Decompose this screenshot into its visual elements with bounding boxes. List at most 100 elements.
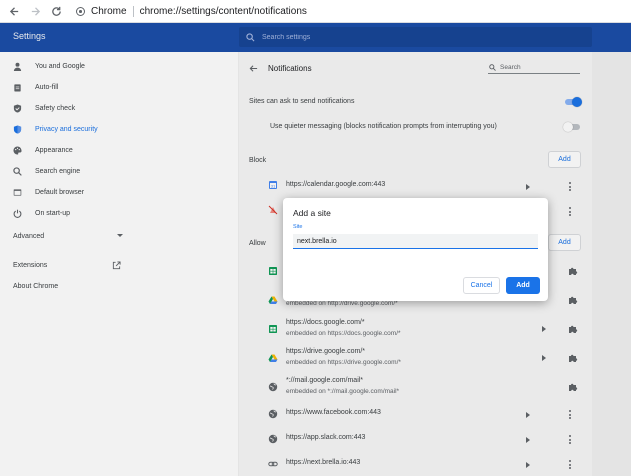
quieter-messaging-toggle[interactable] xyxy=(563,122,581,132)
forward-button[interactable] xyxy=(28,4,42,18)
globe-icon xyxy=(268,434,278,444)
site-url: https://calendar.google.com:443 xyxy=(286,181,386,188)
drive-icon xyxy=(268,295,278,305)
site-url: *://mail.google.com/mail* xyxy=(286,377,364,384)
dialog-title: Add a site xyxy=(293,208,331,218)
back-arrow-icon[interactable] xyxy=(249,64,258,73)
broken-bell-icon xyxy=(268,205,278,215)
sidebar-item-label: You and Google xyxy=(35,62,85,70)
puzzle-piece-icon xyxy=(569,267,578,275)
sidebar-item-on-start-up[interactable]: On start-up xyxy=(0,203,238,223)
site-url: https://docs.google.com/* xyxy=(286,319,365,326)
sidebar-extensions[interactable]: Extensions xyxy=(13,261,121,270)
card-search[interactable]: Search xyxy=(488,62,580,74)
puzzle-piece-icon xyxy=(569,383,578,391)
add-site-dialog: Add a site Site next.brella.io Cancel Ad… xyxy=(283,198,548,301)
card-search-placeholder: Search xyxy=(500,64,521,71)
sidebar-advanced[interactable]: Advanced xyxy=(13,233,123,240)
site-url: https://next.brella.io:443 xyxy=(286,459,361,466)
chevron-right-icon[interactable] xyxy=(526,412,530,418)
sidebar-item-label: Auto-fill xyxy=(35,83,59,91)
sidebar-item-safety-check[interactable]: Safety check xyxy=(0,98,238,118)
sidebar: You and Google Auto-fill Safety check Pr… xyxy=(0,52,238,476)
allow-site-row[interactable]: https://drive.google.com/* embedded on h… xyxy=(239,344,592,373)
page-title: Settings xyxy=(13,31,46,41)
palette-icon xyxy=(13,145,22,155)
sheets-icon xyxy=(268,324,278,334)
sidebar-advanced-label: Advanced xyxy=(13,233,45,240)
add-button[interactable]: Add xyxy=(506,277,540,294)
address-bar[interactable]: Chrome chrome://settings/content/notific… xyxy=(76,3,307,20)
allow-site-row[interactable]: *://mail.google.com/mail* embedded on *:… xyxy=(239,373,592,402)
power-icon xyxy=(13,209,22,218)
person-icon xyxy=(13,62,22,71)
sheets-icon xyxy=(268,266,278,276)
site-field-label: Site xyxy=(293,224,303,230)
settings-search-input[interactable] xyxy=(262,33,562,41)
sidebar-item-label: Safety check xyxy=(35,104,76,112)
sidebar-about-chrome[interactable]: About Chrome xyxy=(13,283,58,290)
more-actions-icon[interactable] xyxy=(569,207,572,216)
clipboard-icon xyxy=(13,83,22,92)
settings-header: Settings xyxy=(0,23,631,52)
globe-icon xyxy=(268,409,278,419)
block-add-button[interactable]: Add xyxy=(548,151,581,168)
site-input[interactable]: next.brella.io xyxy=(293,234,538,249)
cancel-button[interactable]: Cancel xyxy=(463,277,500,294)
chevron-right-icon[interactable] xyxy=(526,437,530,443)
svg-text:31: 31 xyxy=(271,183,276,188)
site-embedded-text: embedded on https://drive.google.com/* xyxy=(286,359,401,366)
card-title: Notifications xyxy=(268,64,312,73)
globe-icon xyxy=(268,382,278,392)
more-actions-icon[interactable] xyxy=(569,182,572,191)
puzzle-piece-icon xyxy=(569,296,578,304)
allow-site-row[interactable]: https://docs.google.com/* embedded on ht… xyxy=(239,315,592,344)
sidebar-item-privacy-and-security[interactable]: Privacy and security xyxy=(0,119,238,139)
quieter-messaging-label: Use quieter messaging (blocks notificati… xyxy=(270,123,497,130)
browser-icon xyxy=(13,188,22,197)
link-icon xyxy=(268,459,278,469)
chevron-right-icon[interactable] xyxy=(542,326,546,332)
sidebar-item-appearance[interactable]: Appearance xyxy=(0,140,238,160)
address-url: chrome://settings/content/notifications xyxy=(139,6,307,17)
puzzle-piece-icon xyxy=(569,325,578,333)
sidebar-item-label: Default browser xyxy=(35,188,85,196)
site-embedded-text: embedded on *://mail.google.com/mail* xyxy=(286,388,400,395)
reload-button[interactable] xyxy=(49,4,63,18)
site-embedded-text: embedded on http://drive.google.com/* xyxy=(286,300,398,307)
toggle-knob xyxy=(563,122,573,132)
open-in-new-icon xyxy=(112,261,121,270)
sidebar-item-label: Appearance xyxy=(35,146,73,154)
allow-section-title: Allow xyxy=(249,240,266,247)
search-icon xyxy=(13,166,22,176)
sidebar-item-you-and-google[interactable]: You and Google xyxy=(0,56,238,76)
block-section-title: Block xyxy=(249,157,267,164)
chevron-down-icon xyxy=(117,234,123,237)
reload-icon xyxy=(51,6,61,16)
allow-add-button[interactable]: Add xyxy=(548,234,581,251)
chevron-right-icon[interactable] xyxy=(542,355,546,361)
address-chip: Chrome xyxy=(91,6,134,17)
sidebar-item-label: On start-up xyxy=(35,209,71,217)
back-button[interactable] xyxy=(7,4,21,18)
sidebar-item-search-engine[interactable]: Search engine xyxy=(0,161,238,181)
search-icon xyxy=(489,64,496,71)
more-actions-icon[interactable] xyxy=(569,435,572,444)
drive-icon xyxy=(268,353,278,363)
ask-to-send-toggle[interactable] xyxy=(564,97,582,107)
sidebar-item-default-browser[interactable]: Default browser xyxy=(0,182,238,202)
shield-check-icon xyxy=(13,103,22,113)
browser-toolbar: Chrome chrome://settings/content/notific… xyxy=(0,0,631,23)
arrow-left-icon xyxy=(9,6,18,16)
chevron-right-icon[interactable] xyxy=(526,184,530,190)
shield-icon xyxy=(13,124,22,134)
site-embedded-text: embedded on https://docs.google.com/* xyxy=(286,330,401,337)
allow-site-row[interactable]: https://next.brella.io:443 xyxy=(239,450,592,476)
more-actions-icon[interactable] xyxy=(569,460,572,469)
chevron-right-icon[interactable] xyxy=(526,462,530,468)
more-actions-icon[interactable] xyxy=(569,410,572,419)
settings-search[interactable] xyxy=(239,27,592,47)
chrome-site-icon xyxy=(76,7,85,16)
sidebar-item-autofill[interactable]: Auto-fill xyxy=(0,77,238,97)
site-url: https://www.facebook.com:443 xyxy=(286,409,381,416)
